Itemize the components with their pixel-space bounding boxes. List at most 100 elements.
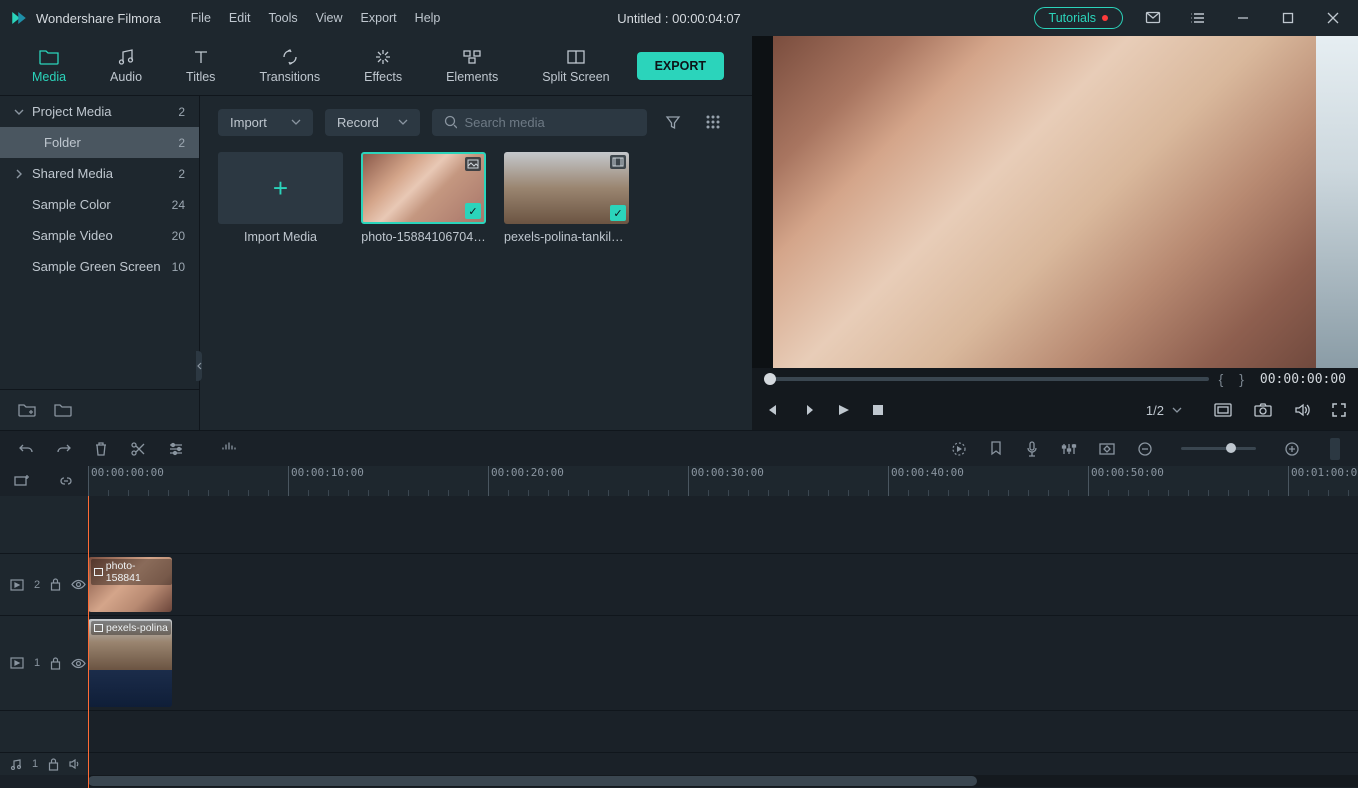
sidebar-item-shared-media[interactable]: Shared Media2 <box>0 158 199 189</box>
media-sidebar: Project Media2 Folder2 Shared Media2 Sam… <box>0 96 200 430</box>
split-icon <box>566 48 586 66</box>
message-icon[interactable] <box>1138 3 1168 33</box>
scrub-knob[interactable] <box>764 373 776 385</box>
tab-titles[interactable]: Titles <box>164 48 237 84</box>
sidebar-item-sample-color[interactable]: Sample Color24 <box>0 189 199 220</box>
ruler-tick: 00:00:20:00 <box>488 466 564 496</box>
notification-dot-icon <box>1102 15 1108 21</box>
tab-effects[interactable]: Effects <box>342 48 424 84</box>
timeline-ruler[interactable]: 00:00:00:0000:00:10:0000:00:20:0000:00:3… <box>88 466 1358 496</box>
sidebar-item-sample-video[interactable]: Sample Video20 <box>0 220 199 251</box>
video-track-icon <box>10 579 24 591</box>
tutorials-button[interactable]: Tutorials <box>1034 7 1123 29</box>
media-thumb-1[interactable]: ✓ photo-15884106704… <box>361 152 486 244</box>
lock-icon[interactable] <box>50 657 61 670</box>
minimize-button[interactable] <box>1228 3 1258 33</box>
menu-export[interactable]: Export <box>361 11 397 25</box>
scrub-track[interactable] <box>764 377 1209 381</box>
media-panel: Media Audio Titles Transitions Effects E… <box>0 36 752 430</box>
search-input[interactable] <box>432 109 647 136</box>
text-icon <box>192 48 210 66</box>
play-button[interactable] <box>836 403 850 417</box>
sidebar-item-sample-green-screen[interactable]: Sample Green Screen10 <box>0 251 199 282</box>
stop-button[interactable] <box>872 404 884 416</box>
video-track-1[interactable]: 1 pexels-polina <box>0 616 1358 711</box>
link-icon[interactable] <box>58 474 74 488</box>
primary-tabs: Media Audio Titles Transitions Effects E… <box>0 36 752 96</box>
timeline-clip-video[interactable]: pexels-polina <box>88 619 172 707</box>
zoom-out-icon[interactable] <box>1137 441 1153 457</box>
chevron-right-icon <box>14 169 24 179</box>
preview-viewport[interactable] <box>752 36 1358 368</box>
transition-icon <box>281 48 299 66</box>
speaker-icon[interactable] <box>69 758 82 770</box>
quality-button[interactable] <box>1214 403 1232 417</box>
title-bar: Wondershare Filmora File Edit Tools View… <box>0 0 1358 36</box>
import-media-tile[interactable]: + Import Media <box>218 152 343 244</box>
checkmark-icon: ✓ <box>610 205 626 221</box>
new-folder-icon[interactable] <box>18 402 36 418</box>
menu-file[interactable]: File <box>191 11 211 25</box>
timeline-clip-photo[interactable]: photo-158841 <box>88 557 172 612</box>
snapshot-button[interactable] <box>1254 403 1272 417</box>
scrollbar-thumb[interactable] <box>88 776 977 786</box>
add-track-icon[interactable] <box>14 474 30 488</box>
filter-icon[interactable] <box>659 108 687 136</box>
folder-icon[interactable] <box>54 402 72 418</box>
menu-tools[interactable]: Tools <box>268 11 297 25</box>
grid-view-icon[interactable] <box>699 108 727 136</box>
lock-icon[interactable] <box>50 578 61 591</box>
volume-button[interactable] <box>1294 402 1310 418</box>
maximize-button[interactable] <box>1273 3 1303 33</box>
zoom-in-icon[interactable] <box>1284 441 1300 457</box>
prev-frame-button[interactable] <box>764 403 778 417</box>
delete-button[interactable] <box>94 441 108 457</box>
fullscreen-button[interactable] <box>1332 403 1346 417</box>
preview-panel: { } 00:00:00:00 1/2 <box>752 36 1358 430</box>
close-button[interactable] <box>1318 3 1348 33</box>
import-dropdown[interactable]: Import <box>218 109 313 136</box>
undo-button[interactable] <box>18 442 34 456</box>
render-preview-icon[interactable] <box>951 441 967 457</box>
export-button[interactable]: EXPORT <box>637 52 724 80</box>
timeline-spacer-track-2 <box>0 711 1358 753</box>
chevron-down-icon <box>398 118 408 126</box>
preview-zoom-select[interactable]: 1/2 <box>1136 399 1192 422</box>
timeline-zoom-slider[interactable] <box>1181 447 1256 450</box>
menu-help[interactable]: Help <box>415 11 441 25</box>
keyframe-icon[interactable] <box>1099 442 1115 456</box>
timeline-horizontal-scrollbar[interactable] <box>0 775 1358 787</box>
menu-edit[interactable]: Edit <box>229 11 251 25</box>
video-track-2[interactable]: 2 photo-158841 <box>0 554 1358 616</box>
track-head-v2: 2 <box>0 554 88 615</box>
list-icon[interactable] <box>1183 3 1213 33</box>
lock-icon[interactable] <box>48 758 59 771</box>
tab-elements[interactable]: Elements <box>424 48 520 84</box>
split-button[interactable] <box>130 441 146 457</box>
sidebar-item-folder[interactable]: Folder2 <box>0 127 199 158</box>
braces-icon[interactable]: { } <box>1219 371 1250 387</box>
record-dropdown[interactable]: Record <box>325 109 420 136</box>
eye-icon[interactable] <box>71 658 86 669</box>
redo-button[interactable] <box>56 442 72 456</box>
zoom-slider-knob[interactable] <box>1226 443 1236 453</box>
menu-view[interactable]: View <box>316 11 343 25</box>
chevron-down-icon <box>291 118 301 126</box>
play-pause-button[interactable] <box>800 403 814 417</box>
tab-transitions[interactable]: Transitions <box>237 48 342 84</box>
sidebar-item-project-media[interactable]: Project Media2 <box>0 96 199 127</box>
record-voice-icon[interactable] <box>1025 441 1039 457</box>
chevron-down-icon <box>1172 406 1182 414</box>
tab-audio[interactable]: Audio <box>88 48 164 84</box>
media-thumb-2[interactable]: ✓ pexels-polina-tankilevi… <box>504 152 629 244</box>
voiceover-icon[interactable] <box>220 441 236 457</box>
sparkle-icon <box>374 48 392 66</box>
marker-icon[interactable] <box>989 441 1003 457</box>
audio-track-1[interactable]: 1 <box>0 753 1358 775</box>
tab-media[interactable]: Media <box>10 48 88 84</box>
eye-icon[interactable] <box>71 579 86 590</box>
audio-mixer-icon[interactable] <box>1061 442 1077 456</box>
edit-tools-button[interactable] <box>168 442 184 456</box>
tab-split-screen[interactable]: Split Screen <box>520 48 631 84</box>
video-type-icon <box>610 155 626 169</box>
